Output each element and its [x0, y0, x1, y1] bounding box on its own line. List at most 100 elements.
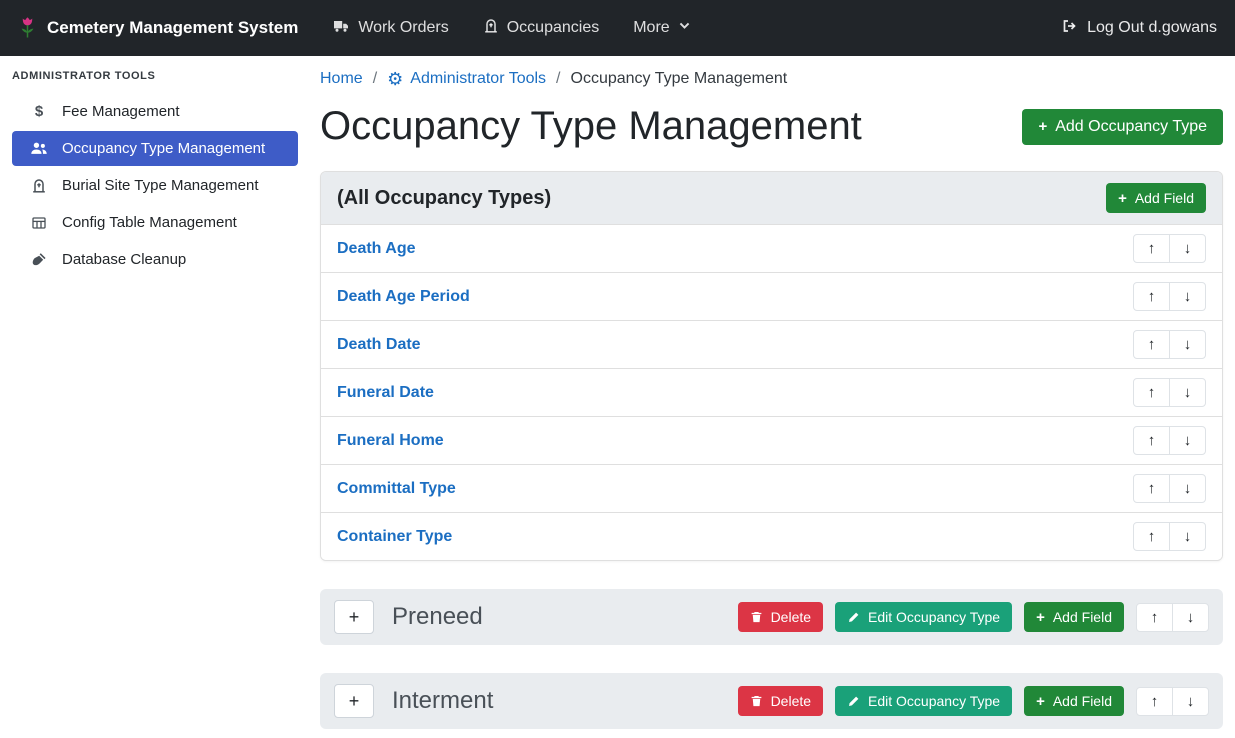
- sidebar-item-fee-management[interactable]: $ Fee Management: [12, 94, 298, 129]
- reorder-controls: ↑ ↓: [1133, 378, 1206, 407]
- section-title: Interment: [392, 687, 493, 715]
- nav-work-orders-label: Work Orders: [358, 19, 448, 37]
- move-down-button[interactable]: ↓: [1172, 687, 1209, 716]
- nav-occupancies-label: Occupancies: [507, 19, 600, 37]
- breadcrumb-separator: /: [556, 70, 560, 88]
- move-down-button[interactable]: ↓: [1169, 234, 1206, 263]
- tombstone-icon: [483, 18, 499, 39]
- move-up-button[interactable]: ↑: [1133, 330, 1170, 359]
- breadcrumb-separator: /: [373, 70, 377, 88]
- edit-occupancy-type-button[interactable]: Edit Occupancy Type: [835, 686, 1012, 716]
- gear-icon: ⚙: [387, 70, 403, 88]
- top-navbar: Cemetery Management System Work Orders O…: [0, 0, 1235, 56]
- logout-label: Log Out d.gowans: [1087, 19, 1217, 37]
- sidebar-item-database-cleanup[interactable]: Database Cleanup: [12, 242, 298, 277]
- section-actions: Delete Edit Occupancy Type + Add Field ↑: [738, 602, 1209, 632]
- field-row: Container Type ↑ ↓: [321, 512, 1222, 560]
- move-up-button[interactable]: ↑: [1133, 234, 1170, 263]
- sidebar-item-config-table-management[interactable]: Config Table Management: [12, 205, 298, 240]
- all-occupancy-types-header: (All Occupancy Types) + Add Field: [321, 172, 1222, 224]
- move-down-button[interactable]: ↓: [1169, 330, 1206, 359]
- field-link-death-age-period[interactable]: Death Age Period: [337, 288, 470, 306]
- expand-button[interactable]: +: [334, 684, 374, 718]
- move-up-button[interactable]: ↑: [1136, 687, 1173, 716]
- move-down-button[interactable]: ↓: [1169, 282, 1206, 311]
- nav-more[interactable]: More: [633, 19, 690, 37]
- move-down-button[interactable]: ↓: [1169, 378, 1206, 407]
- move-up-button[interactable]: ↑: [1136, 603, 1173, 632]
- move-down-button[interactable]: ↓: [1169, 426, 1206, 455]
- move-up-button[interactable]: ↑: [1133, 522, 1170, 551]
- main-content: Home / ⚙ Administrator Tools / Occupancy…: [308, 56, 1235, 738]
- nav-occupancies[interactable]: Occupancies: [483, 18, 600, 39]
- add-field-button[interactable]: + Add Field: [1106, 183, 1206, 213]
- sidebar-item-occupancy-type-management[interactable]: Occupancy Type Management: [12, 131, 298, 166]
- trash-icon: [750, 694, 763, 708]
- delete-button[interactable]: Delete: [738, 602, 823, 632]
- logout-button[interactable]: Log Out d.gowans: [1061, 18, 1217, 39]
- plus-icon: +: [1118, 191, 1127, 206]
- nav-work-orders[interactable]: Work Orders: [332, 18, 448, 39]
- plus-icon: +: [1036, 610, 1045, 625]
- edit-occupancy-type-button[interactable]: Edit Occupancy Type: [835, 602, 1012, 632]
- field-link-funeral-date[interactable]: Funeral Date: [337, 384, 434, 402]
- page-title: Occupancy Type Management: [320, 104, 862, 149]
- logout-icon: [1061, 18, 1078, 39]
- pencil-icon: [847, 695, 860, 708]
- reorder-controls: ↑ ↓: [1136, 687, 1209, 716]
- breadcrumb-admin-tools-label: Administrator Tools: [410, 70, 546, 88]
- add-field-label: Add Field: [1053, 693, 1112, 709]
- title-row: Occupancy Type Management + Add Occupanc…: [320, 104, 1223, 149]
- sidebar-item-burial-site-type-management[interactable]: Burial Site Type Management: [12, 168, 298, 203]
- navbar-links: Work Orders Occupancies More: [332, 18, 690, 39]
- section-actions: Delete Edit Occupancy Type + Add Field ↑: [738, 686, 1209, 716]
- app-brand[interactable]: Cemetery Management System: [18, 16, 298, 40]
- reorder-controls: ↑ ↓: [1133, 234, 1206, 263]
- field-link-death-age[interactable]: Death Age: [337, 240, 416, 258]
- pencil-icon: [847, 611, 860, 624]
- delete-button[interactable]: Delete: [738, 686, 823, 716]
- trash-icon: [750, 610, 763, 624]
- field-row: Death Age ↑ ↓: [321, 224, 1222, 272]
- breadcrumb-home-link[interactable]: Home: [320, 70, 363, 88]
- table-icon: [28, 215, 50, 231]
- move-up-button[interactable]: ↑: [1133, 474, 1170, 503]
- field-row: Death Age Period ↑ ↓: [321, 272, 1222, 320]
- nav-more-label: More: [633, 19, 669, 37]
- delete-label: Delete: [771, 609, 811, 625]
- add-field-label: Add Field: [1053, 609, 1112, 625]
- chevron-down-icon: [678, 19, 691, 37]
- field-link-committal-type[interactable]: Committal Type: [337, 480, 456, 498]
- field-link-funeral-home[interactable]: Funeral Home: [337, 432, 444, 450]
- sidebar-item-label: Occupancy Type Management: [62, 140, 265, 157]
- tombstone-icon: [28, 178, 50, 194]
- move-up-button[interactable]: ↑: [1133, 378, 1170, 407]
- breadcrumb-admin-tools-link[interactable]: ⚙ Administrator Tools: [387, 70, 546, 88]
- reorder-controls: ↑ ↓: [1133, 282, 1206, 311]
- all-occupancy-types-title: (All Occupancy Types): [337, 187, 551, 210]
- move-up-button[interactable]: ↑: [1133, 426, 1170, 455]
- move-down-button[interactable]: ↓: [1169, 522, 1206, 551]
- occupancy-type-section-interment: + Interment Delete: [320, 673, 1223, 729]
- move-down-button[interactable]: ↓: [1169, 474, 1206, 503]
- section-title: Preneed: [392, 603, 483, 631]
- field-link-container-type[interactable]: Container Type: [337, 528, 452, 546]
- add-field-label: Add Field: [1135, 190, 1194, 206]
- dollar-icon: $: [28, 103, 50, 120]
- move-down-button[interactable]: ↓: [1172, 603, 1209, 632]
- truck-icon: [332, 18, 350, 39]
- expand-button[interactable]: +: [334, 600, 374, 634]
- admin-sidebar: ADMINISTRATOR TOOLS $ Fee Management Occ…: [0, 56, 308, 738]
- broom-icon: [28, 252, 50, 268]
- reorder-controls: ↑ ↓: [1133, 426, 1206, 455]
- reorder-controls: ↑ ↓: [1133, 522, 1206, 551]
- add-field-button[interactable]: + Add Field: [1024, 602, 1124, 632]
- field-row: Funeral Home ↑ ↓: [321, 416, 1222, 464]
- reorder-controls: ↑ ↓: [1133, 330, 1206, 359]
- move-up-button[interactable]: ↑: [1133, 282, 1170, 311]
- add-occupancy-type-label: Add Occupancy Type: [1055, 118, 1207, 136]
- add-field-button[interactable]: + Add Field: [1024, 686, 1124, 716]
- sidebar-item-label: Burial Site Type Management: [62, 177, 259, 194]
- field-link-death-date[interactable]: Death Date: [337, 336, 421, 354]
- add-occupancy-type-button[interactable]: + Add Occupancy Type: [1022, 109, 1223, 145]
